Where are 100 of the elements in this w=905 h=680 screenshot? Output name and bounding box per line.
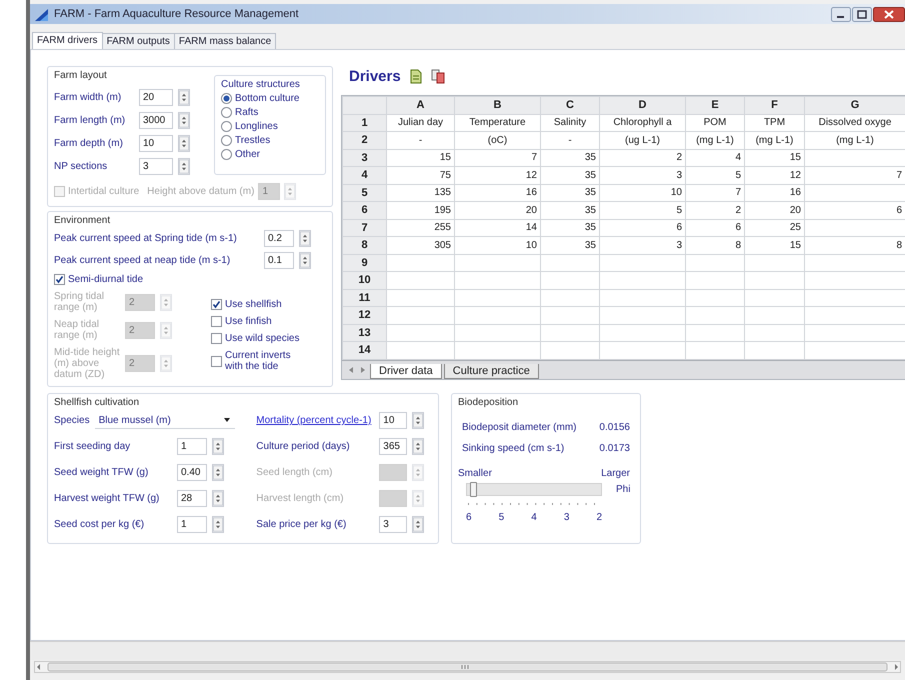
row-header[interactable]: 4 <box>342 166 386 184</box>
field-label: First seeding day <box>54 441 132 452</box>
radio-button[interactable] <box>221 135 232 146</box>
row-header[interactable]: 14 <box>342 342 386 359</box>
table-cell: 135 <box>386 184 454 202</box>
table-cell: 10 <box>454 236 540 254</box>
radio-label: Other <box>235 149 260 160</box>
spin-button[interactable] <box>178 112 190 129</box>
table-cell: 3 <box>600 166 686 184</box>
field-label: Spring tidal range (m) <box>54 291 106 313</box>
table-cell: 195 <box>386 202 454 219</box>
spin-button[interactable] <box>178 158 190 175</box>
row-header[interactable]: 5 <box>342 184 386 202</box>
row-header[interactable]: 13 <box>342 324 386 342</box>
species-dropdown[interactable]: Blue mussel (m) <box>94 412 235 429</box>
table-cell: Julian day <box>386 114 454 132</box>
row-header[interactable]: 3 <box>342 149 386 166</box>
spin-button[interactable] <box>412 438 424 455</box>
radio-button[interactable] <box>221 149 232 160</box>
sheet-tab[interactable]: Culture practice <box>444 364 539 378</box>
horizontal-scrollbar[interactable] <box>34 661 901 673</box>
column-header[interactable]: A <box>386 96 454 114</box>
table-cell: - <box>540 132 600 149</box>
checkbox-label: Current inverts with the tide <box>225 350 292 372</box>
spin-button[interactable] <box>299 252 311 269</box>
column-header[interactable]: E <box>686 96 744 114</box>
field-label: Seed weight TFW (g) <box>54 467 150 478</box>
checkbox[interactable] <box>211 316 222 327</box>
column-header[interactable]: G <box>804 96 905 114</box>
row-header[interactable]: 7 <box>342 219 386 236</box>
table-cell: 255 <box>386 219 454 236</box>
number-field[interactable]: 3 <box>379 516 408 533</box>
checkbox[interactable] <box>211 333 222 344</box>
spin-button[interactable] <box>178 135 190 152</box>
checkbox[interactable] <box>211 356 222 366</box>
row-header[interactable]: 2 <box>342 132 386 149</box>
number-field[interactable]: 10 <box>379 412 408 429</box>
field-label: Farm length (m) <box>54 115 126 126</box>
spin-button[interactable] <box>212 464 224 481</box>
number-field[interactable]: 28 <box>177 490 207 507</box>
copy-icon[interactable] <box>430 69 445 84</box>
row-header[interactable]: 12 <box>342 306 386 324</box>
column-header[interactable]: F <box>744 96 804 114</box>
tab[interactable]: FARM outputs <box>102 33 175 49</box>
minimize-button[interactable] <box>831 6 851 22</box>
row-header[interactable]: 10 <box>342 272 386 289</box>
number-field[interactable]: 10 <box>139 135 173 152</box>
table-cell: POM <box>686 114 744 132</box>
radio-button[interactable] <box>221 93 232 104</box>
row-header[interactable]: 6 <box>342 202 386 219</box>
field-label: Peak current speed at neap tide (m s-1) <box>54 255 232 266</box>
column-header[interactable]: B <box>454 96 540 114</box>
table-cell: 4 <box>686 149 744 166</box>
row-header[interactable]: 9 <box>342 254 386 272</box>
spin-button[interactable] <box>412 516 424 533</box>
table-cell: 35 <box>540 149 600 166</box>
column-header[interactable]: C <box>540 96 600 114</box>
table-cell: (mg L-1) <box>686 132 744 149</box>
checkbox-label: Use shellfish <box>225 299 283 310</box>
field-link[interactable]: Mortality (percent cycle-1) <box>256 415 374 426</box>
number-field[interactable]: 20 <box>139 89 173 106</box>
spin-button[interactable] <box>212 516 224 533</box>
checkbox-label: Semi-diurnal tide <box>68 274 144 285</box>
field-label: Height above datum (m) <box>147 186 254 197</box>
sheet-tab[interactable]: Driver data <box>370 364 442 378</box>
table-cell: 16 <box>744 184 804 202</box>
checkbox[interactable] <box>54 274 65 285</box>
spin-button[interactable] <box>412 412 424 429</box>
spin-button[interactable] <box>212 490 224 507</box>
number-field[interactable]: 1 <box>177 438 207 455</box>
radio-button[interactable] <box>221 107 232 118</box>
number-field[interactable]: 0.1 <box>264 252 294 269</box>
radio-button[interactable] <box>221 121 232 132</box>
table-cell: 7 <box>454 149 540 166</box>
number-field[interactable]: 0.2 <box>264 230 294 247</box>
number-field[interactable]: 3000 <box>139 112 173 129</box>
field-label: Biodeposit diameter (mm) <box>462 422 576 433</box>
number-field[interactable]: 1 <box>177 516 207 533</box>
group-title: Biodeposition <box>458 397 518 408</box>
tab[interactable]: FARM drivers <box>32 32 103 49</box>
table-cell: 3 <box>600 236 686 254</box>
slider-track[interactable] <box>466 483 602 496</box>
maximize-button[interactable] <box>852 6 872 22</box>
tab[interactable]: FARM mass balance <box>174 33 276 49</box>
number-field[interactable]: 0.40 <box>177 464 207 481</box>
tick-label: 3 <box>564 512 570 523</box>
checkbox[interactable] <box>211 299 222 310</box>
slider-thumb[interactable] <box>470 482 477 497</box>
spin-button[interactable] <box>299 230 311 247</box>
row-header[interactable]: 1 <box>342 114 386 132</box>
number-field[interactable]: 3 <box>139 158 173 175</box>
column-header[interactable]: D <box>600 96 686 114</box>
row-header[interactable]: 8 <box>342 236 386 254</box>
number-field[interactable]: 365 <box>379 438 408 455</box>
spin-button[interactable] <box>178 89 190 106</box>
unit-label: Phi <box>616 484 630 495</box>
spin-button[interactable] <box>212 438 224 455</box>
close-button[interactable] <box>873 6 905 22</box>
row-header[interactable]: 11 <box>342 289 386 306</box>
document-icon[interactable] <box>408 69 423 84</box>
